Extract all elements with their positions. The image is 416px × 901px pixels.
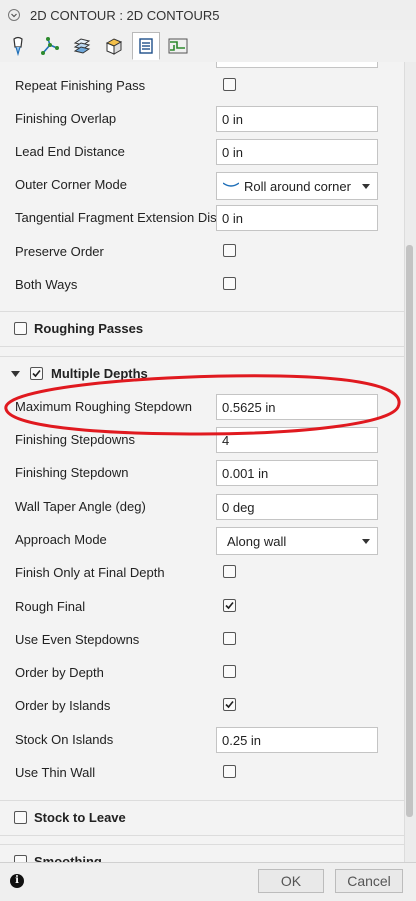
stock-icon	[105, 38, 123, 55]
use-even-stepdowns-checkbox[interactable]	[223, 632, 236, 645]
checkmark-icon	[225, 601, 234, 610]
dialog-footer: i OK Cancel	[0, 862, 416, 901]
use-thin-wall-label: Use Thin Wall	[15, 765, 96, 780]
finishing-overlap-input[interactable]: 0 in	[216, 106, 378, 132]
smoothing-section[interactable]: Smoothing	[0, 844, 404, 862]
approach-mode-select[interactable]: Along wall	[216, 527, 378, 555]
roll-corner-icon	[223, 182, 239, 187]
order-by-depth-label: Order by Depth	[15, 665, 104, 680]
both-ways-label: Both Ways	[15, 277, 78, 292]
partial-field[interactable]	[216, 62, 378, 68]
use-thin-wall-checkbox[interactable]	[223, 765, 236, 778]
cancel-button[interactable]: Cancel	[335, 869, 403, 893]
geometry-tab[interactable]	[36, 32, 64, 60]
passes-panel: Repeat Finishing Pass Finishing Overlap …	[0, 62, 404, 862]
preserve-order-label: Preserve Order	[15, 244, 104, 259]
lead-end-distance-row: Lead End Distance 0 in	[0, 135, 404, 168]
finishing-stepdown-input[interactable]: 0.001 in	[216, 460, 378, 486]
wall-taper-angle-input[interactable]: 0 deg	[216, 494, 378, 520]
scrollbar-thumb[interactable]	[406, 245, 413, 817]
use-even-stepdowns-label: Use Even Stepdowns	[15, 632, 140, 647]
use-thin-wall-row: Use Thin Wall	[0, 756, 404, 789]
finishing-overlap-label: Finishing Overlap	[15, 111, 117, 126]
rough-final-checkbox[interactable]	[223, 599, 236, 612]
info-icon[interactable]: i	[10, 874, 24, 888]
approach-mode-label: Approach Mode	[15, 532, 107, 547]
roughing-passes-label: Roughing Passes	[34, 321, 144, 336]
stock-on-islands-input[interactable]: 0.25 in	[216, 727, 378, 753]
ok-button[interactable]: OK	[258, 869, 324, 893]
heights-icon	[73, 38, 91, 54]
passes-icon	[139, 38, 153, 54]
outer-corner-mode-label: Outer Corner Mode	[15, 177, 127, 192]
passes-tab[interactable]	[132, 32, 160, 60]
order-by-depth-checkbox[interactable]	[223, 665, 236, 678]
outer-corner-mode-row: Outer Corner Mode Roll around corner	[0, 168, 404, 201]
lead-end-distance-input[interactable]: 0 in	[216, 139, 378, 165]
approach-mode-row: Approach Mode Along wall	[0, 523, 404, 556]
rough-final-row: Rough Final	[0, 590, 404, 623]
stock-to-leave-section[interactable]: Stock to Leave	[0, 800, 404, 836]
order-by-islands-checkbox[interactable]	[223, 698, 236, 711]
order-by-islands-label: Order by Islands	[15, 698, 111, 713]
both-ways-checkbox[interactable]	[223, 277, 236, 290]
approach-mode-value: Along wall	[227, 534, 287, 549]
stock-to-leave-checkbox[interactable]	[14, 811, 27, 824]
tool-icon	[13, 36, 23, 56]
finish-only-final-depth-row: Finish Only at Final Depth	[0, 556, 404, 589]
smoothing-checkbox[interactable]	[14, 855, 27, 862]
preserve-order-row: Preserve Order	[0, 235, 404, 268]
geometry-icon	[41, 37, 59, 55]
tangential-extension-input[interactable]: 0 in	[216, 205, 378, 231]
stock-tab[interactable]	[100, 32, 128, 60]
stock-on-islands-label: Stock On Islands	[15, 732, 114, 747]
repeat-finishing-pass-row: Repeat Finishing Pass	[0, 69, 404, 102]
order-by-depth-row: Order by Depth	[0, 656, 404, 689]
finish-only-final-depth-checkbox[interactable]	[223, 565, 236, 578]
finishing-stepdown-label: Finishing Stepdown	[15, 465, 129, 480]
tangential-extension-row: Tangential Fragment Extension Dis... 0 i…	[0, 201, 404, 234]
roughing-passes-section[interactable]: Roughing Passes	[0, 311, 404, 347]
linking-icon	[168, 38, 188, 54]
outer-corner-mode-value: Roll around corner	[244, 179, 351, 194]
finish-only-final-depth-label: Finish Only at Final Depth	[15, 565, 165, 580]
checkmark-icon	[225, 700, 234, 709]
highlight-ellipse	[4, 374, 401, 436]
collapse-icon[interactable]	[8, 9, 20, 21]
rough-final-label: Rough Final	[15, 599, 86, 614]
tangential-extension-label: Tangential Fragment Extension Dis...	[15, 210, 228, 225]
lead-end-distance-label: Lead End Distance	[15, 144, 125, 159]
tool-tab[interactable]	[4, 32, 32, 60]
window-title: 2D CONTOUR : 2D CONTOUR5	[30, 8, 220, 23]
use-even-stepdowns-row: Use Even Stepdowns	[0, 623, 404, 656]
smoothing-label: Smoothing	[34, 854, 102, 862]
repeat-finishing-pass-label: Repeat Finishing Pass	[15, 78, 146, 93]
title-bar: 2D CONTOUR : 2D CONTOUR5	[0, 0, 416, 31]
tab-bar	[0, 30, 416, 63]
preserve-order-checkbox[interactable]	[223, 244, 236, 257]
dropdown-arrow-icon	[362, 539, 370, 544]
dropdown-arrow-icon	[362, 184, 370, 189]
linking-tab[interactable]	[164, 32, 192, 60]
outer-corner-mode-select[interactable]: Roll around corner	[216, 172, 378, 200]
order-by-islands-row: Order by Islands	[0, 689, 404, 722]
finishing-stepdown-row: Finishing Stepdown 0.001 in	[0, 456, 404, 489]
both-ways-row: Both Ways	[0, 268, 404, 301]
stock-to-leave-label: Stock to Leave	[34, 810, 126, 825]
wall-taper-angle-row: Wall Taper Angle (deg) 0 deg	[0, 490, 404, 523]
finishing-overlap-row: Finishing Overlap 0 in	[0, 102, 404, 135]
roughing-passes-checkbox[interactable]	[14, 322, 27, 335]
stock-on-islands-row: Stock On Islands 0.25 in	[0, 723, 404, 756]
heights-tab[interactable]	[68, 32, 96, 60]
wall-taper-angle-label: Wall Taper Angle (deg)	[15, 499, 146, 514]
repeat-finishing-pass-checkbox[interactable]	[223, 78, 236, 91]
